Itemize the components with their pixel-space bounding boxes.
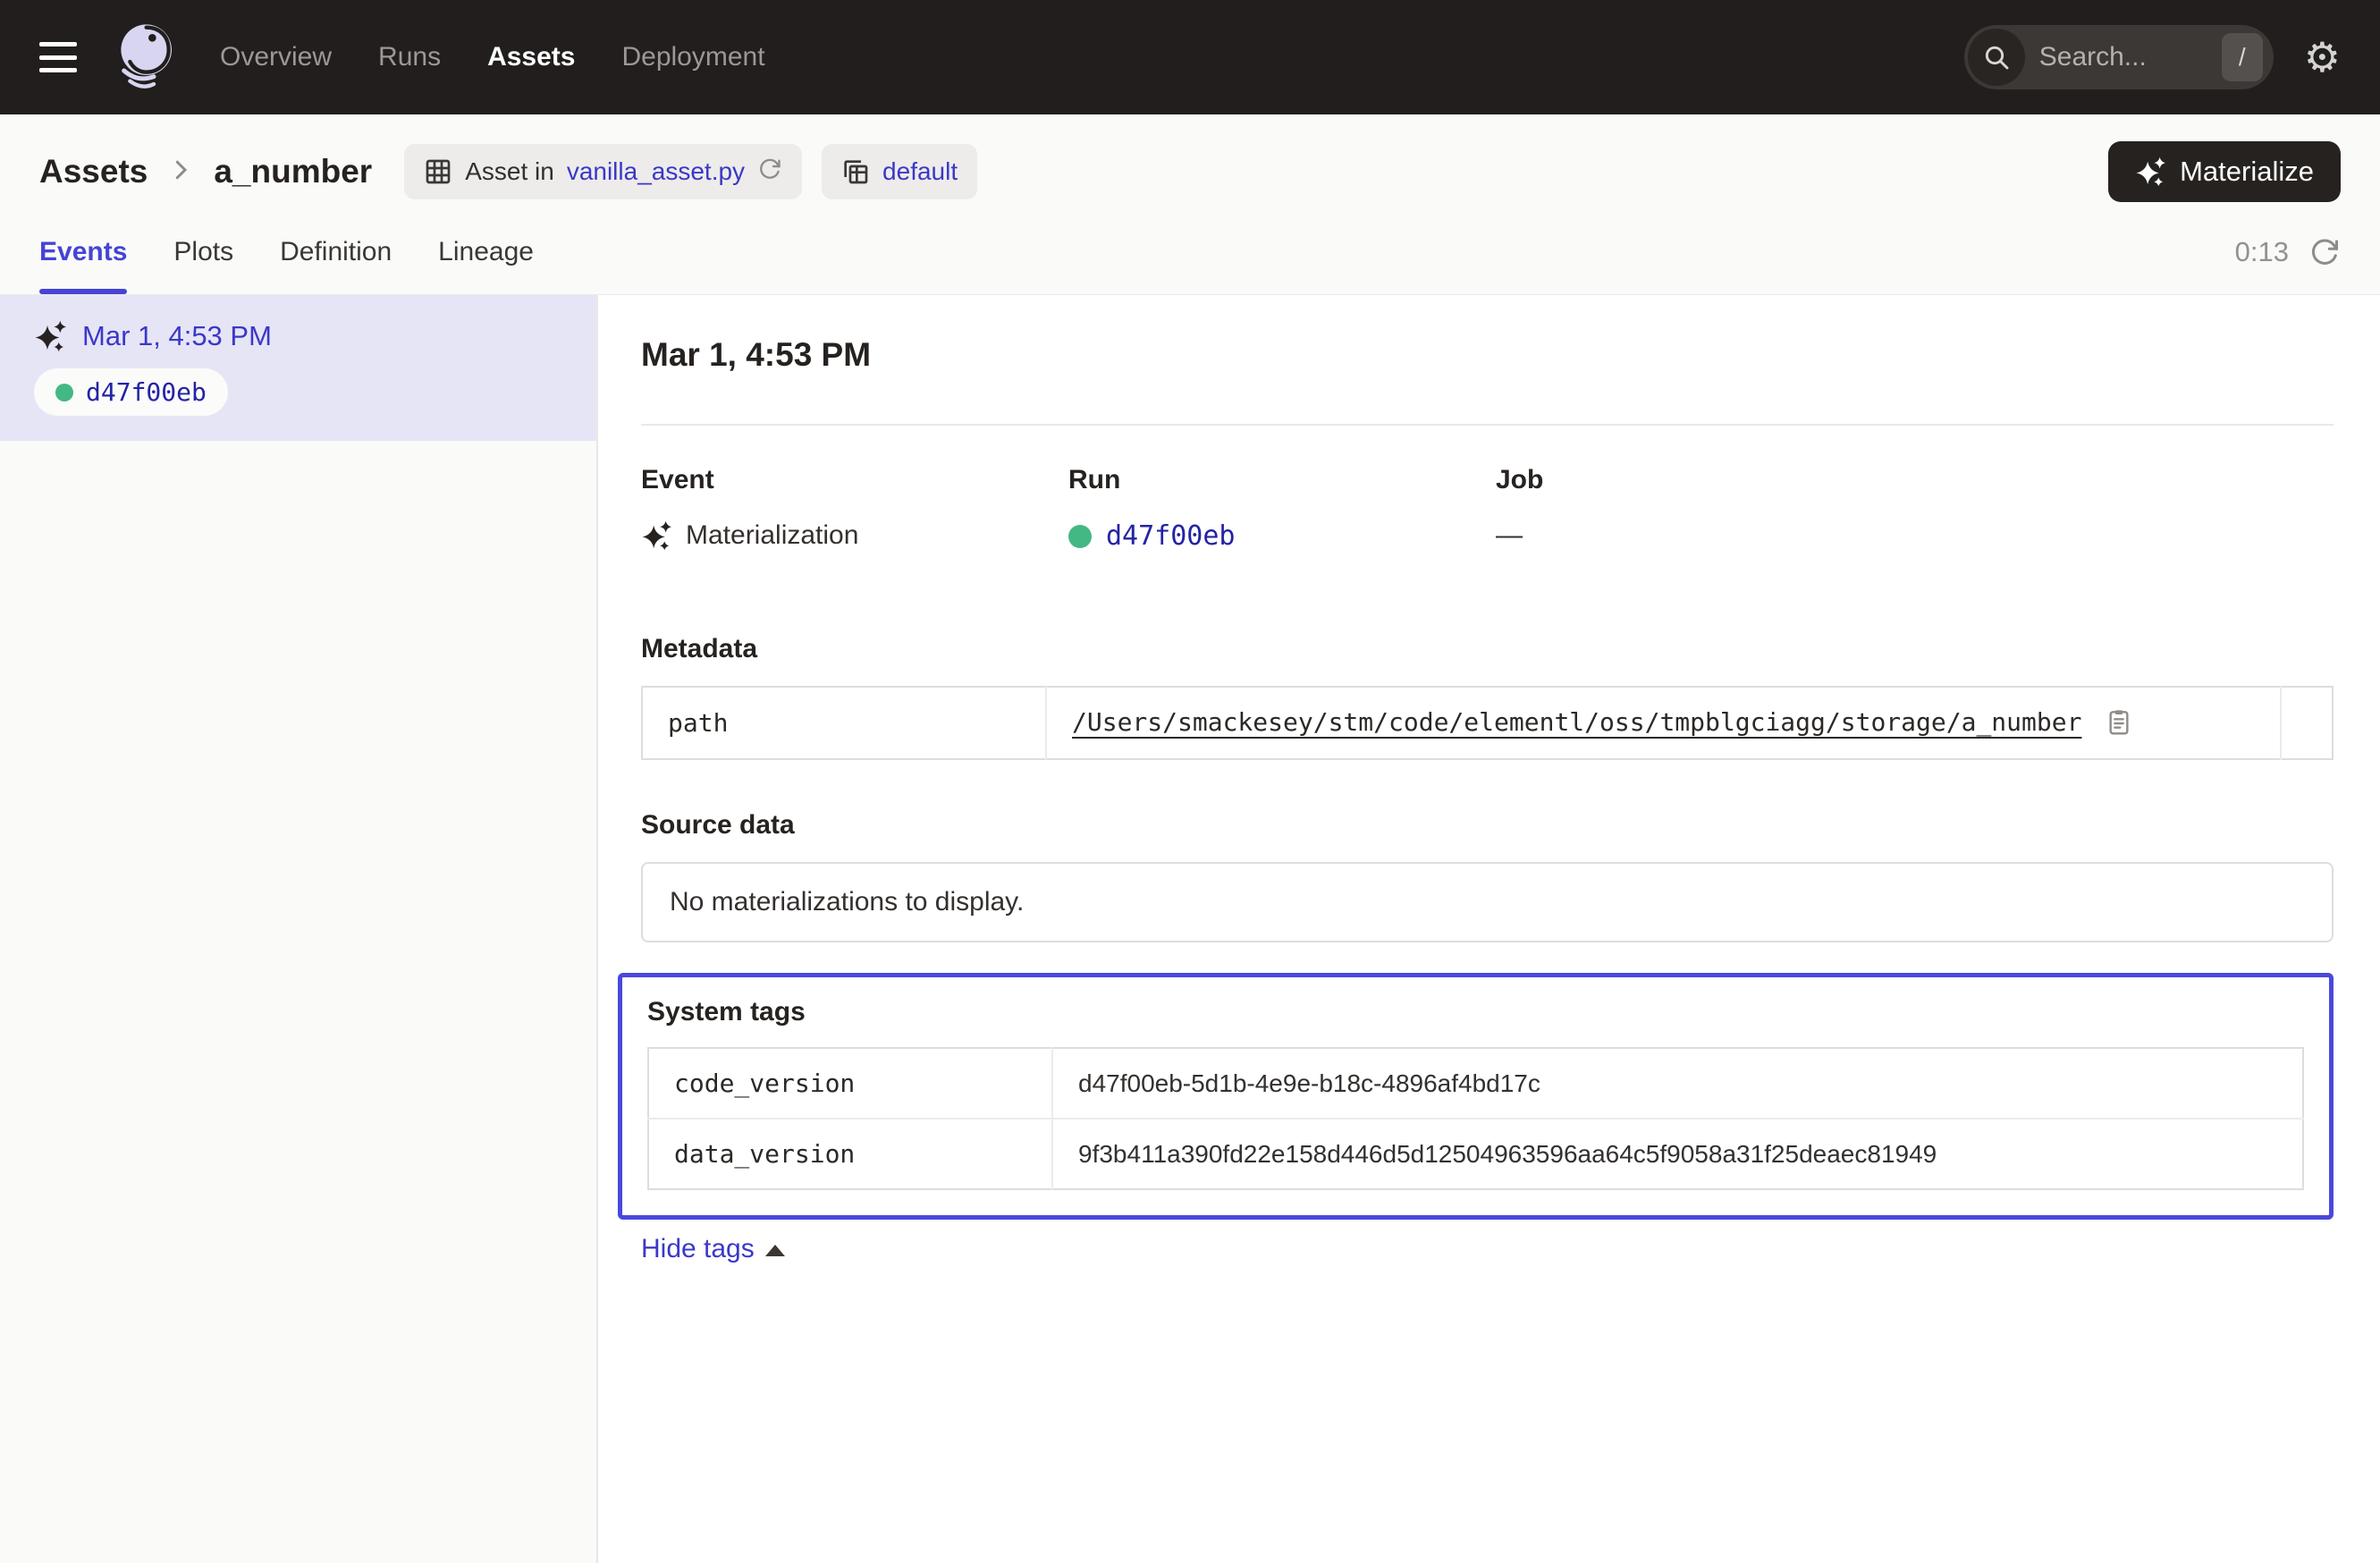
metadata-path-link[interactable]: /Users/smackesey/stm/code/elementl/oss/t… <box>1072 707 2081 737</box>
repo-icon <box>841 157 870 186</box>
materialization-sparkle-icon <box>641 520 671 551</box>
materialize-button[interactable]: Materialize <box>2108 141 2341 202</box>
asset-file-link[interactable]: vanilla_asset.py <box>567 157 745 186</box>
run-id-label: d47f00eb <box>86 377 207 407</box>
system-tag-value: 9f3b411a390fd22e158d446d5d12504963596aa6… <box>1052 1119 2303 1189</box>
copy-path-icon[interactable] <box>2105 707 2133 739</box>
event-column-header: Event <box>641 465 1068 495</box>
repository-badge[interactable]: default <box>822 144 977 199</box>
tab-definition[interactable]: Definition <box>280 209 392 294</box>
refresh-countdown: 0:13 <box>2235 236 2289 268</box>
nav-item-overview[interactable]: Overview <box>220 42 332 72</box>
event-summary-columns: Event Materialization Run d47f00eb Job — <box>641 465 2334 552</box>
system-tags-table: code_version d47f00eb-5d1b-4e9e-b18c-489… <box>647 1047 2304 1190</box>
job-column-header: Job <box>1496 465 1923 495</box>
asset-header: Assets a_number Asset in vanilla_asset.p… <box>0 114 2380 295</box>
asset-definition-badge[interactable]: Asset in vanilla_asset.py <box>404 144 802 199</box>
metadata-table: path /Users/smackesey/stm/code/elementl/… <box>641 686 2334 760</box>
primary-nav: Overview Runs Assets Deployment <box>220 42 765 72</box>
top-nav: Overview Runs Assets Deployment Search..… <box>0 0 2380 114</box>
nav-item-runs[interactable]: Runs <box>378 42 441 72</box>
run-status-dot <box>55 384 73 401</box>
search-placeholder: Search... <box>2039 42 2222 72</box>
divider <box>641 424 2334 426</box>
system-tag-value: d47f00eb-5d1b-4e9e-b18c-4896af4bd17c <box>1052 1048 2303 1119</box>
materialization-sparkle-icon <box>34 320 66 352</box>
run-id-chip[interactable]: d47f00eb <box>34 368 228 416</box>
reload-definition-icon[interactable] <box>757 156 782 188</box>
breadcrumb-assets-link[interactable]: Assets <box>39 153 148 190</box>
event-detail-title: Mar 1, 4:53 PM <box>641 336 2334 374</box>
run-status-dot <box>1068 525 1092 548</box>
system-tag-key: data_version <box>648 1119 1052 1189</box>
table-row: path /Users/smackesey/stm/code/elementl/… <box>642 687 2333 759</box>
system-tags-highlighted-section: System tags code_version d47f00eb-5d1b-4… <box>618 973 2334 1220</box>
materialize-label: Materialize <box>2180 156 2314 188</box>
table-row: code_version d47f00eb-5d1b-4e9e-b18c-489… <box>648 1048 2303 1119</box>
page-title: a_number <box>214 153 372 190</box>
app-window: Overview Runs Assets Deployment Search..… <box>0 0 2380 1563</box>
job-empty-value: — <box>1496 520 1523 551</box>
sparkle-icon <box>2135 156 2165 187</box>
breadcrumb: Assets a_number Asset in vanilla_asset.p… <box>0 114 2380 209</box>
repo-default-link[interactable]: default <box>882 157 958 186</box>
system-tag-key: code_version <box>648 1048 1052 1119</box>
tab-lineage[interactable]: Lineage <box>438 209 534 294</box>
metadata-key: path <box>642 687 1046 759</box>
tab-plots[interactable]: Plots <box>173 209 233 294</box>
event-list-sidebar: Mar 1, 4:53 PM d47f00eb <box>0 295 598 1563</box>
metadata-row-tail-cell <box>2281 687 2333 759</box>
event-timestamp-link[interactable]: Mar 1, 4:53 PM <box>82 320 272 352</box>
system-tags-heading: System tags <box>647 997 2304 1027</box>
run-column-header: Run <box>1068 465 1496 495</box>
hide-tags-label: Hide tags <box>641 1234 755 1264</box>
source-data-section: Source data No materializations to displ… <box>641 810 2334 942</box>
metadata-section: Metadata path /Users/smackesey/stm/code/… <box>641 634 2334 760</box>
run-id-link[interactable]: d47f00eb <box>1106 520 1236 552</box>
metadata-heading: Metadata <box>641 634 2334 664</box>
source-data-heading: Source data <box>641 810 2334 841</box>
table-row: data_version 9f3b411a390fd22e158d446d5d1… <box>648 1119 2303 1189</box>
settings-gear-icon[interactable]: ⚙ <box>2304 37 2341 78</box>
dagster-logo[interactable] <box>109 21 181 93</box>
nav-item-assets[interactable]: Assets <box>487 42 575 72</box>
tab-events[interactable]: Events <box>39 209 127 294</box>
breadcrumb-chevron-icon <box>167 156 194 188</box>
asset-badge-prefix: Asset in <box>465 157 554 186</box>
nav-item-deployment[interactable]: Deployment <box>621 42 764 72</box>
search-icon <box>1968 29 2025 86</box>
content-area: Mar 1, 4:53 PM d47f00eb Mar 1, 4:53 PM E… <box>0 295 2380 1563</box>
event-type-label: Materialization <box>686 520 858 551</box>
refresh-icon[interactable] <box>2308 236 2341 268</box>
source-data-empty-message: No materializations to display. <box>641 862 2334 942</box>
search-input[interactable]: Search... / <box>1964 25 2274 89</box>
tab-bar: Events Plots Definition Lineage 0:13 <box>0 209 2380 295</box>
table-icon <box>424 157 452 186</box>
search-shortcut-key: / <box>2222 33 2263 81</box>
event-detail-panel: Mar 1, 4:53 PM Event Materialization Run… <box>598 295 2380 1563</box>
event-list-item[interactable]: Mar 1, 4:53 PM d47f00eb <box>0 295 596 441</box>
collapse-triangle-icon <box>765 1245 785 1256</box>
hide-tags-link[interactable]: Hide tags <box>641 1234 785 1264</box>
menu-icon[interactable] <box>39 42 77 72</box>
